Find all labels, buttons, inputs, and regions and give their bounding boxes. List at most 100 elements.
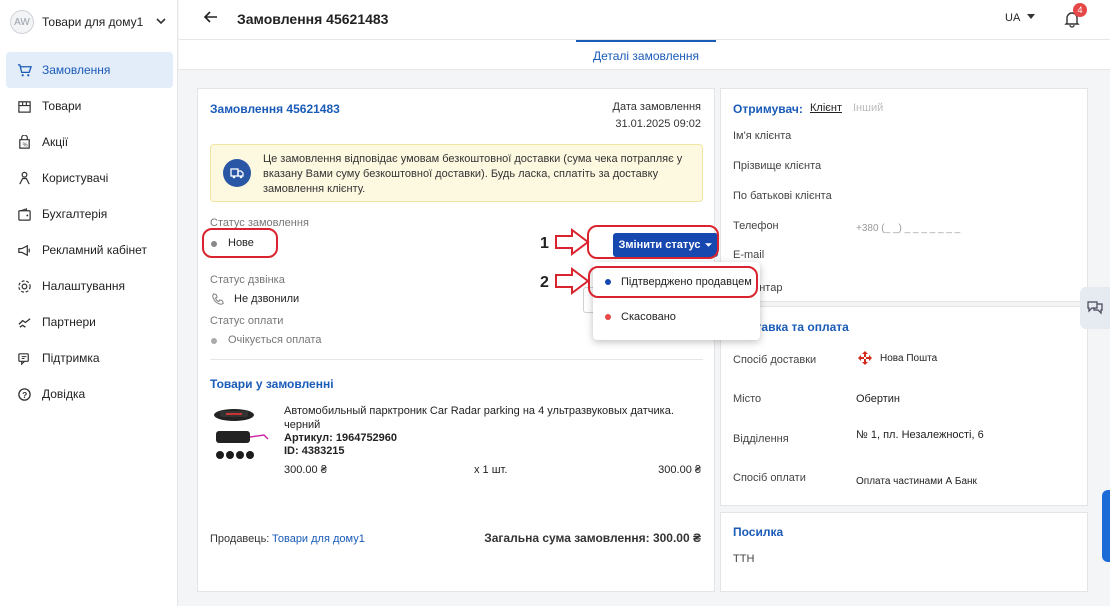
annotation-number-1: 1 [540,235,549,252]
payment-method-value[interactable]: Оплата частинами А Банк [856,476,977,487]
status-option-cancelled[interactable]: Скасовано [593,303,760,331]
free-delivery-notice: Це замовлення відповідає умовам безкошто… [210,144,703,202]
back-arrow-icon[interactable] [203,9,219,30]
ttn-field[interactable]: ТТН [733,553,754,565]
phone-field[interactable]: +380 (_ _) _ _ _ _ _ _ _ [856,223,960,234]
sidebar-item-label: Рекламний кабінет [42,243,147,257]
branch-value[interactable]: № 1, пл. Незалежності, 6 [856,429,984,441]
svg-text:%: % [22,142,27,148]
shop-name: Товари для дому1 [42,15,144,29]
annotation-number-2: 2 [540,274,549,291]
phone-icon [211,292,225,309]
sidebar-item-label: Замовлення [42,63,111,77]
order-card: Замовлення 45621483 Дата замовлення 31.0… [197,88,718,592]
sidebar-item-support[interactable]: Підтримка [6,340,173,376]
page-title: Замовлення 45621483 [237,11,389,27]
sidebar-item-label: Підтримка [42,351,100,365]
handshake-icon [16,314,32,330]
sidebar-item-label: Користувачі [42,171,109,185]
cart-icon [16,62,32,78]
annotation-oval-button [587,225,719,259]
sidebar-nav: Замовлення Товари % Акції Користувачі Бу… [6,52,173,412]
order-total: Загальна сума замовлення: 300.00 ₴ [484,531,701,545]
delivery-method-value[interactable]: Нова Пошта [880,353,937,364]
sidebar-item-help[interactable]: ? Довідка [6,376,173,412]
help-icon: ? [16,386,32,402]
city-value[interactable]: Обертин [856,393,900,405]
svg-text:?: ? [22,389,27,399]
payment-status-label: Статус оплати [210,315,284,327]
product-id: ID: 4383215 [284,445,345,457]
nova-poshta-icon [857,350,873,369]
sidebar-item-products[interactable]: Товари [6,88,173,124]
tab-order-details[interactable]: Деталі замовлення [576,40,716,70]
language-selector[interactable]: UA [1005,12,1020,24]
order-title: Замовлення 45621483 [210,102,340,116]
call-status-value: Не дзвонили [234,293,300,305]
recipient-card: Отримувач: Клієнт Інший Ім'я клієнта Прі… [720,88,1088,302]
sidebar-item-label: Акції [42,135,69,149]
caret-down-icon[interactable] [1026,11,1036,24]
notification-badge: 4 [1073,3,1087,17]
top-bar: Замовлення 45621483 UA 4 [179,0,1110,40]
order-date-label: Дата замовлення [612,101,702,113]
store-icon [16,98,32,114]
product-image[interactable] [212,407,272,469]
delivery-method-label: Спосіб доставки [733,354,817,366]
seller-label: Продавець: [210,533,270,545]
help-widget-tab[interactable] [1102,490,1110,562]
shop-selector[interactable]: AW Товари для дому1 [10,10,170,34]
call-status-label: Статус дзвінка [210,274,285,286]
product-quantity: х 1 шт. [474,464,508,476]
tab-bar: Деталі замовлення [179,40,1110,70]
payment-status-value: Очікується оплата [228,334,322,346]
sidebar-item-settings[interactable]: Налаштування [6,268,173,304]
product-sum: 300.00 ₴ [658,464,701,476]
status-option-label: Скасовано [621,311,676,323]
support-icon [16,350,32,366]
sidebar: AW Товари для дому1 Замовлення Товари % … [0,0,178,606]
sidebar-item-promos[interactable]: % Акції [6,124,173,160]
first-name-field[interactable]: Ім'я клієнта [733,130,791,142]
email-field[interactable]: E-mail [733,249,764,261]
annotation-arrow-2 [555,267,590,295]
sidebar-item-accounting[interactable]: Бухгалтерія [6,196,173,232]
sidebar-item-orders[interactable]: Замовлення [6,52,173,88]
status-dot [605,314,611,320]
parcel-title: Посилка [733,525,784,539]
divider [210,359,703,360]
city-label: Місто [733,393,762,405]
recipient-title: Отримувач: [733,102,803,116]
sidebar-item-label: Товари [42,99,82,113]
branch-label: Відділення [733,433,789,445]
product-name[interactable]: Автомобильный парктроник Car Radar parki… [284,404,704,432]
phone-label: Телефон [733,220,779,232]
gear-icon [16,278,32,294]
sidebar-item-partners[interactable]: Партнери [6,304,173,340]
chat-icon [1086,299,1104,318]
annotation-oval-option [588,266,758,298]
promo-icon: % [16,134,32,150]
notice-text: Це замовлення відповідає умовам безкошто… [263,153,683,195]
order-date-value: 31.01.2025 09:02 [615,118,701,130]
avatar: AW [10,10,34,34]
chevron-down-icon [156,16,166,29]
recipient-tab-client[interactable]: Клієнт [810,102,842,114]
last-name-field[interactable]: Прізвище клієнта [733,160,821,172]
sidebar-item-label: Бухгалтерія [42,207,108,221]
recipient-tab-other[interactable]: Інший [853,102,883,114]
seller-link[interactable]: Товари для дому1 [272,533,365,545]
chat-tab[interactable] [1080,287,1110,329]
status-dot [211,338,217,344]
sidebar-item-ads[interactable]: Рекламний кабінет [6,232,173,268]
product-price: 300.00 ₴ [284,464,327,476]
middle-name-field[interactable]: По батькові клієнта [733,190,832,202]
parcel-card: Посилка ТТН [720,512,1088,592]
megaphone-icon [16,242,32,258]
delivery-truck-icon [223,159,251,187]
sidebar-item-label: Партнери [42,315,96,329]
sidebar-item-users[interactable]: Користувачі [6,160,173,196]
payment-method-label: Спосіб оплати [733,472,806,484]
goods-title: Товари у замовленні [210,377,334,391]
annotation-arrow-1 [555,228,590,256]
